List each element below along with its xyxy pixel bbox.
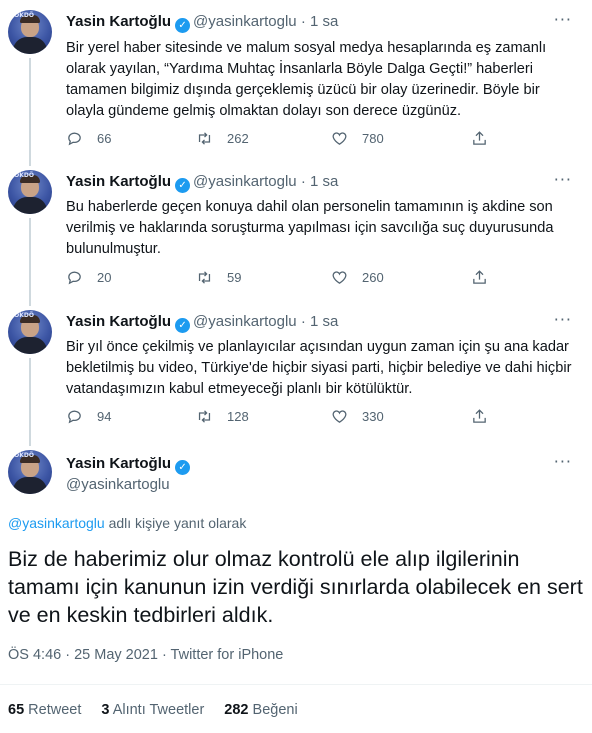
author-name[interactable]: Yasin Kartoğlu xyxy=(66,455,171,472)
share-button[interactable] xyxy=(471,408,502,425)
author-handle[interactable]: @yasinkartoglu xyxy=(66,476,170,493)
tweet-time[interactable]: · 1 sa xyxy=(301,173,339,190)
thread-connector xyxy=(29,218,31,306)
avatar[interactable]: YOKDÖ xyxy=(8,450,52,494)
thread-connector xyxy=(29,58,31,166)
reply-icon xyxy=(68,410,81,424)
author-name[interactable]: Yasin Kartoğlu xyxy=(66,173,171,190)
like-button[interactable]: 330 xyxy=(331,408,384,425)
verified-badge-icon: ✓ xyxy=(175,178,191,193)
tweet-time[interactable]: · 1 sa xyxy=(301,13,339,30)
reply-button[interactable]: 20 xyxy=(66,269,111,286)
more-options-icon[interactable]: ··· xyxy=(554,310,572,329)
heart-icon xyxy=(332,410,347,423)
quotes-stat[interactable]: 3 Alıntı Tweetler xyxy=(101,702,204,718)
tweet-actions: 66 262 780 xyxy=(66,130,546,150)
replying-label: adlı kişiye yanıt olarak xyxy=(104,515,247,531)
author-name[interactable]: Yasin Kartoğlu xyxy=(66,13,171,30)
share-button[interactable] xyxy=(471,269,502,286)
like-count: 330 xyxy=(362,409,384,424)
author-handle[interactable]: @yasinkartoglu xyxy=(193,13,297,30)
verified-badge-icon: ✓ xyxy=(175,460,191,475)
like-count: 780 xyxy=(362,131,384,146)
reply-count: 20 xyxy=(97,270,112,285)
reply-count: 94 xyxy=(97,409,112,424)
more-options-icon[interactable]: ··· xyxy=(554,10,572,29)
retweet-count: 262 xyxy=(227,131,249,146)
share-button[interactable] xyxy=(471,130,502,147)
author-handle[interactable]: @yasinkartoglu xyxy=(193,313,297,330)
more-options-icon[interactable]: ··· xyxy=(554,170,572,189)
author-handle[interactable]: @yasinkartoglu xyxy=(193,173,297,190)
main-author-line: Yasin Kartoğlu ✓ xyxy=(66,455,193,475)
retweet-count: 59 xyxy=(227,270,242,285)
tweet-text: Bir yıl önce çekilmiş ve planlayıcılar a… xyxy=(66,339,572,397)
like-button[interactable]: 780 xyxy=(331,130,384,147)
avatar[interactable]: YOKDÖ xyxy=(8,170,52,214)
engagement-stats: 65 Retweet 3 Alıntı Tweetler 282 Beğeni xyxy=(8,702,298,718)
like-count: 260 xyxy=(362,270,384,285)
share-icon xyxy=(473,270,486,284)
retweet-icon xyxy=(198,271,211,284)
heart-icon xyxy=(332,132,347,145)
retweet-icon xyxy=(198,410,211,423)
tweet-actions: 94 128 330 xyxy=(66,408,546,428)
heart-icon xyxy=(332,271,347,284)
verified-badge-icon: ✓ xyxy=(175,318,191,333)
reply-button[interactable]: 94 xyxy=(66,408,111,425)
retweet-button[interactable]: 128 xyxy=(196,408,249,425)
retweets-stat[interactable]: 65 Retweet xyxy=(8,702,81,718)
share-icon xyxy=(473,131,486,145)
tweet-actions: 20 59 260 xyxy=(66,269,546,289)
divider xyxy=(0,684,592,685)
reply-button[interactable]: 66 xyxy=(66,130,111,147)
avatar[interactable]: YOKDÖ xyxy=(8,10,52,54)
reply-count: 66 xyxy=(97,131,112,146)
tweet-header: Yasin Kartoğlu ✓ @yasinkartoglu · 1 sa xyxy=(66,13,338,33)
replying-to: @yasinkartoglu adlı kişiye yanıt olarak xyxy=(8,515,246,531)
author-name[interactable]: Yasin Kartoğlu xyxy=(66,313,171,330)
retweet-button[interactable]: 59 xyxy=(196,269,241,286)
tweet-text: Bir yerel haber sitesinde ve malum sosya… xyxy=(66,40,547,119)
tweet-text: Bu haberlerde geçen konuya dahil olan pe… xyxy=(66,199,554,257)
more-options-icon[interactable]: ··· xyxy=(554,452,572,471)
tweet-time[interactable]: · 1 sa xyxy=(301,313,339,330)
reply-icon xyxy=(68,132,81,146)
replying-mention-link[interactable]: @yasinkartoglu xyxy=(8,515,105,531)
thread-connector xyxy=(29,358,31,446)
retweet-icon xyxy=(198,132,211,145)
likes-stat[interactable]: 282 Beğeni xyxy=(224,702,297,718)
retweet-button[interactable]: 262 xyxy=(196,130,249,147)
tweet-header: Yasin Kartoğlu ✓ @yasinkartoglu · 1 sa xyxy=(66,313,338,333)
main-tweet-timestamp[interactable]: ÖS 4:46 · 25 May 2021 · Twitter for iPho… xyxy=(8,647,283,663)
reply-icon xyxy=(68,271,81,285)
share-icon xyxy=(473,409,486,423)
main-tweet-text: Biz de haberimiz olur olmaz kontrolü ele… xyxy=(8,547,583,627)
like-button[interactable]: 260 xyxy=(331,269,384,286)
avatar[interactable]: YOKDÖ xyxy=(8,310,52,354)
retweet-count: 128 xyxy=(227,409,249,424)
tweet-header: Yasin Kartoğlu ✓ @yasinkartoglu · 1 sa xyxy=(66,173,338,193)
verified-badge-icon: ✓ xyxy=(175,18,191,33)
